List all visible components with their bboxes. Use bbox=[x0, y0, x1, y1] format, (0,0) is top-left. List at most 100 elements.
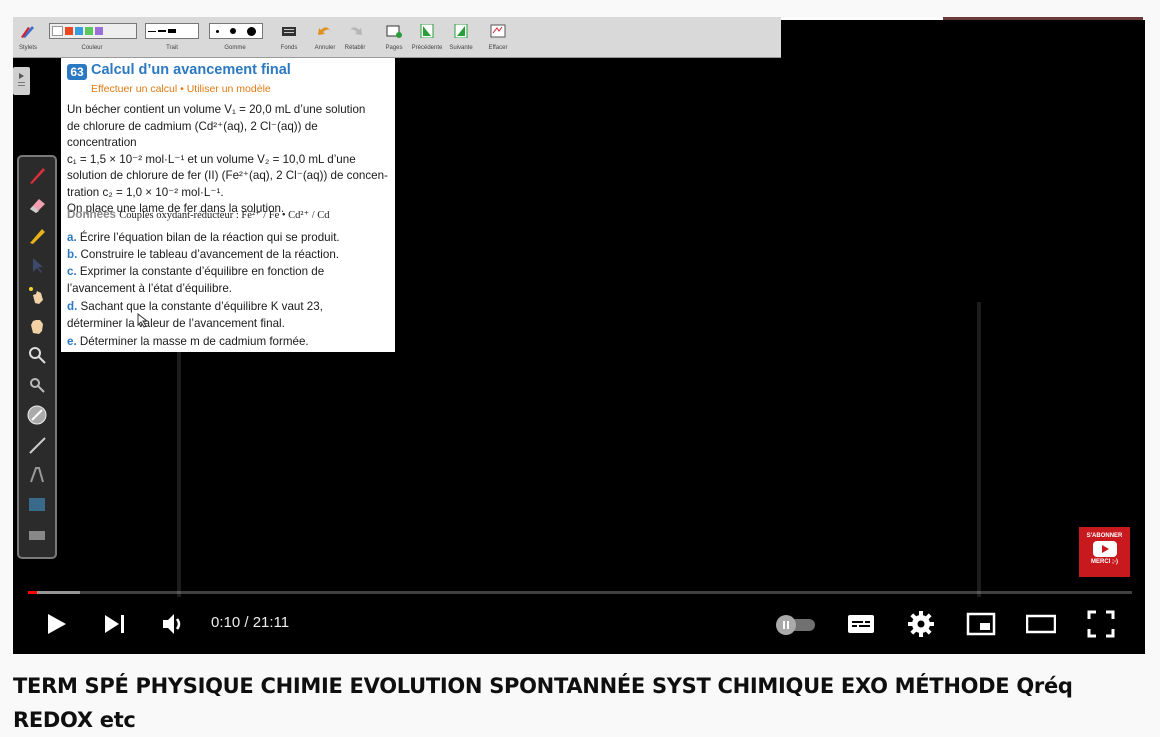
exercise-card: 63 Calcul d’un avancement final Effectue… bbox=[61, 58, 395, 352]
play-icon[interactable] bbox=[41, 609, 71, 639]
redo-icon bbox=[349, 27, 362, 35]
keyboard-icon bbox=[282, 27, 296, 36]
effacer-tool[interactable]: Effacer bbox=[483, 21, 513, 53]
board-line bbox=[177, 317, 181, 597]
gomme-tool[interactable]: Gomme bbox=[207, 21, 263, 53]
retablir-tool[interactable]: Rétablir bbox=[341, 21, 369, 53]
couleur-label: Couleur bbox=[81, 45, 103, 51]
expand-arrow-icon bbox=[18, 73, 25, 86]
color-swatch-blue[interactable] bbox=[75, 27, 83, 35]
hand-tool-icon[interactable] bbox=[27, 315, 47, 335]
pen-tool-icon[interactable] bbox=[27, 165, 47, 185]
pens-icon bbox=[21, 26, 34, 38]
subscribe-label: S'ABONNER bbox=[1086, 533, 1123, 539]
miniplayer-icon[interactable] bbox=[966, 609, 996, 639]
highlighter-tool-icon[interactable] bbox=[27, 225, 47, 245]
color-swatch-red[interactable] bbox=[65, 27, 73, 35]
eraser-tool-icon[interactable] bbox=[27, 195, 47, 215]
subtitles-icon[interactable] bbox=[846, 609, 876, 639]
subscribe-thanks: MERCI ;-) bbox=[1091, 559, 1118, 565]
couleur-tool[interactable]: Couleur bbox=[47, 21, 137, 53]
settings-gear-icon[interactable] bbox=[906, 609, 936, 639]
question-letter: a. bbox=[67, 231, 77, 244]
time-display: 0:10 / 21:11 bbox=[211, 614, 290, 631]
video-player[interactable]: Stylets Couleur Trait Gomme Fonds Annule… bbox=[13, 17, 1145, 654]
annuler-label: Annuler bbox=[314, 45, 336, 51]
eraser-sizes bbox=[209, 23, 263, 39]
keyboard-tool-icon[interactable] bbox=[27, 525, 47, 545]
next-page-icon bbox=[454, 24, 468, 38]
mouse-cursor-icon bbox=[137, 313, 149, 328]
pages-tool[interactable]: Pages bbox=[381, 21, 407, 53]
stroke-widths bbox=[145, 23, 199, 39]
precedente-tool[interactable]: Précédente bbox=[409, 21, 445, 53]
magic-hand-tool-icon[interactable] bbox=[27, 285, 47, 305]
line-tool-icon[interactable] bbox=[27, 435, 47, 455]
eraser-large-icon[interactable] bbox=[246, 26, 256, 36]
statement-line: Un bécher contient un volume V₁ = 20,0 m… bbox=[67, 103, 366, 116]
question-letter: e. bbox=[67, 335, 77, 348]
trait-tool[interactable]: Trait bbox=[143, 21, 201, 53]
compass-tool-icon[interactable] bbox=[27, 405, 47, 425]
subscribe-watermark[interactable]: S'ABONNER MERCI ;-) bbox=[1079, 527, 1130, 577]
progress-bar[interactable] bbox=[28, 591, 1132, 594]
progress-played bbox=[28, 591, 37, 594]
fonds-label: Fonds bbox=[280, 45, 298, 51]
question-b: b. Construire le tableau d’avancement de… bbox=[67, 247, 389, 264]
question-c: c. Exprimer la constante d’équilibre en … bbox=[67, 264, 389, 297]
exercise-number: 63 bbox=[67, 64, 87, 80]
statement-line: de chlorure de cadmium (Cd²⁺(aq), 2 Cl⁻(… bbox=[67, 119, 318, 150]
statement-line: c₁ = 1,5 × 10⁻² mol·L⁻¹ et un volume V₂ … bbox=[67, 152, 356, 166]
eraser-medium-icon[interactable] bbox=[229, 28, 236, 34]
retablir-label: Rétablir bbox=[344, 45, 366, 51]
text-tool-icon[interactable] bbox=[27, 465, 47, 485]
previous-page-icon bbox=[420, 24, 434, 38]
statement-line: solution de chlorure de fer (II) (Fe²⁺(a… bbox=[67, 169, 388, 182]
pointer-tool-icon[interactable] bbox=[27, 255, 47, 275]
stroke-thick-icon[interactable] bbox=[168, 29, 176, 33]
clear-page-icon bbox=[490, 24, 506, 38]
autoplay-toggle[interactable] bbox=[773, 609, 819, 639]
fonds-tool[interactable]: Fonds bbox=[277, 21, 301, 53]
donnees-text: Couples oxydant-réducteur : Fe²⁺ / Fe • … bbox=[119, 210, 330, 221]
fullscreen-icon[interactable] bbox=[1086, 609, 1116, 639]
color-swatches bbox=[49, 23, 137, 39]
question-text: Écrire l’équation bilan de la réaction q… bbox=[79, 231, 340, 244]
question-text: déterminer la valeur de l’avancement fin… bbox=[67, 316, 285, 330]
donnees-label: Données bbox=[67, 208, 116, 221]
question-a: a. Écrire l’équation bilan de la réactio… bbox=[67, 230, 389, 247]
add-page-icon bbox=[386, 25, 402, 38]
gomme-label: Gomme bbox=[224, 45, 246, 51]
eraser-small-icon[interactable] bbox=[216, 29, 220, 33]
color-swatch-green[interactable] bbox=[85, 27, 93, 35]
zoom-in-icon[interactable] bbox=[27, 345, 47, 365]
exercise-subtitle: Effectuer un calcul • Utiliser un modèle bbox=[91, 83, 271, 95]
side-panel-toggle[interactable] bbox=[13, 67, 30, 95]
statement-line: tration c₂ = 1,0 × 10⁻² mol·L⁻¹. bbox=[67, 185, 224, 199]
side-toolbar bbox=[17, 155, 57, 559]
stroke-thin-icon[interactable] bbox=[148, 30, 156, 32]
undo-icon bbox=[318, 27, 331, 35]
color-swatch-purple[interactable] bbox=[95, 27, 103, 35]
theater-mode-icon[interactable] bbox=[1026, 609, 1056, 639]
color-swatch-white[interactable] bbox=[52, 26, 63, 36]
donnees-block: Données Couples oxydant-réducteur : Fe²⁺… bbox=[67, 207, 389, 225]
video-title: TERM SPÉ PHYSIQUE CHIMIE EVOLUTION SPONT… bbox=[13, 674, 1073, 732]
effacer-label: Effacer bbox=[488, 45, 508, 51]
question-text: l’avancement à l’état d’équilibre. bbox=[67, 281, 232, 295]
precedente-label: Précédente bbox=[411, 45, 443, 51]
question-text: Déterminer la masse m de cadmium formée. bbox=[79, 335, 309, 348]
suivante-tool[interactable]: Suivante bbox=[445, 21, 477, 53]
annuler-tool[interactable]: Annuler bbox=[311, 21, 339, 53]
question-text: Construire le tableau d’avancement de la… bbox=[80, 248, 339, 261]
stroke-medium-icon[interactable] bbox=[158, 30, 166, 32]
stylets-tool[interactable]: Stylets bbox=[15, 21, 41, 53]
screen-capture-icon[interactable] bbox=[27, 495, 47, 515]
suivante-label: Suivante bbox=[449, 45, 473, 51]
question-letter: b. bbox=[67, 248, 78, 261]
volume-icon[interactable] bbox=[159, 609, 189, 639]
zoom-out-icon[interactable] bbox=[27, 375, 47, 395]
youtube-play-icon bbox=[1092, 541, 1117, 557]
pages-label: Pages bbox=[385, 45, 403, 51]
next-video-icon[interactable] bbox=[100, 609, 130, 639]
